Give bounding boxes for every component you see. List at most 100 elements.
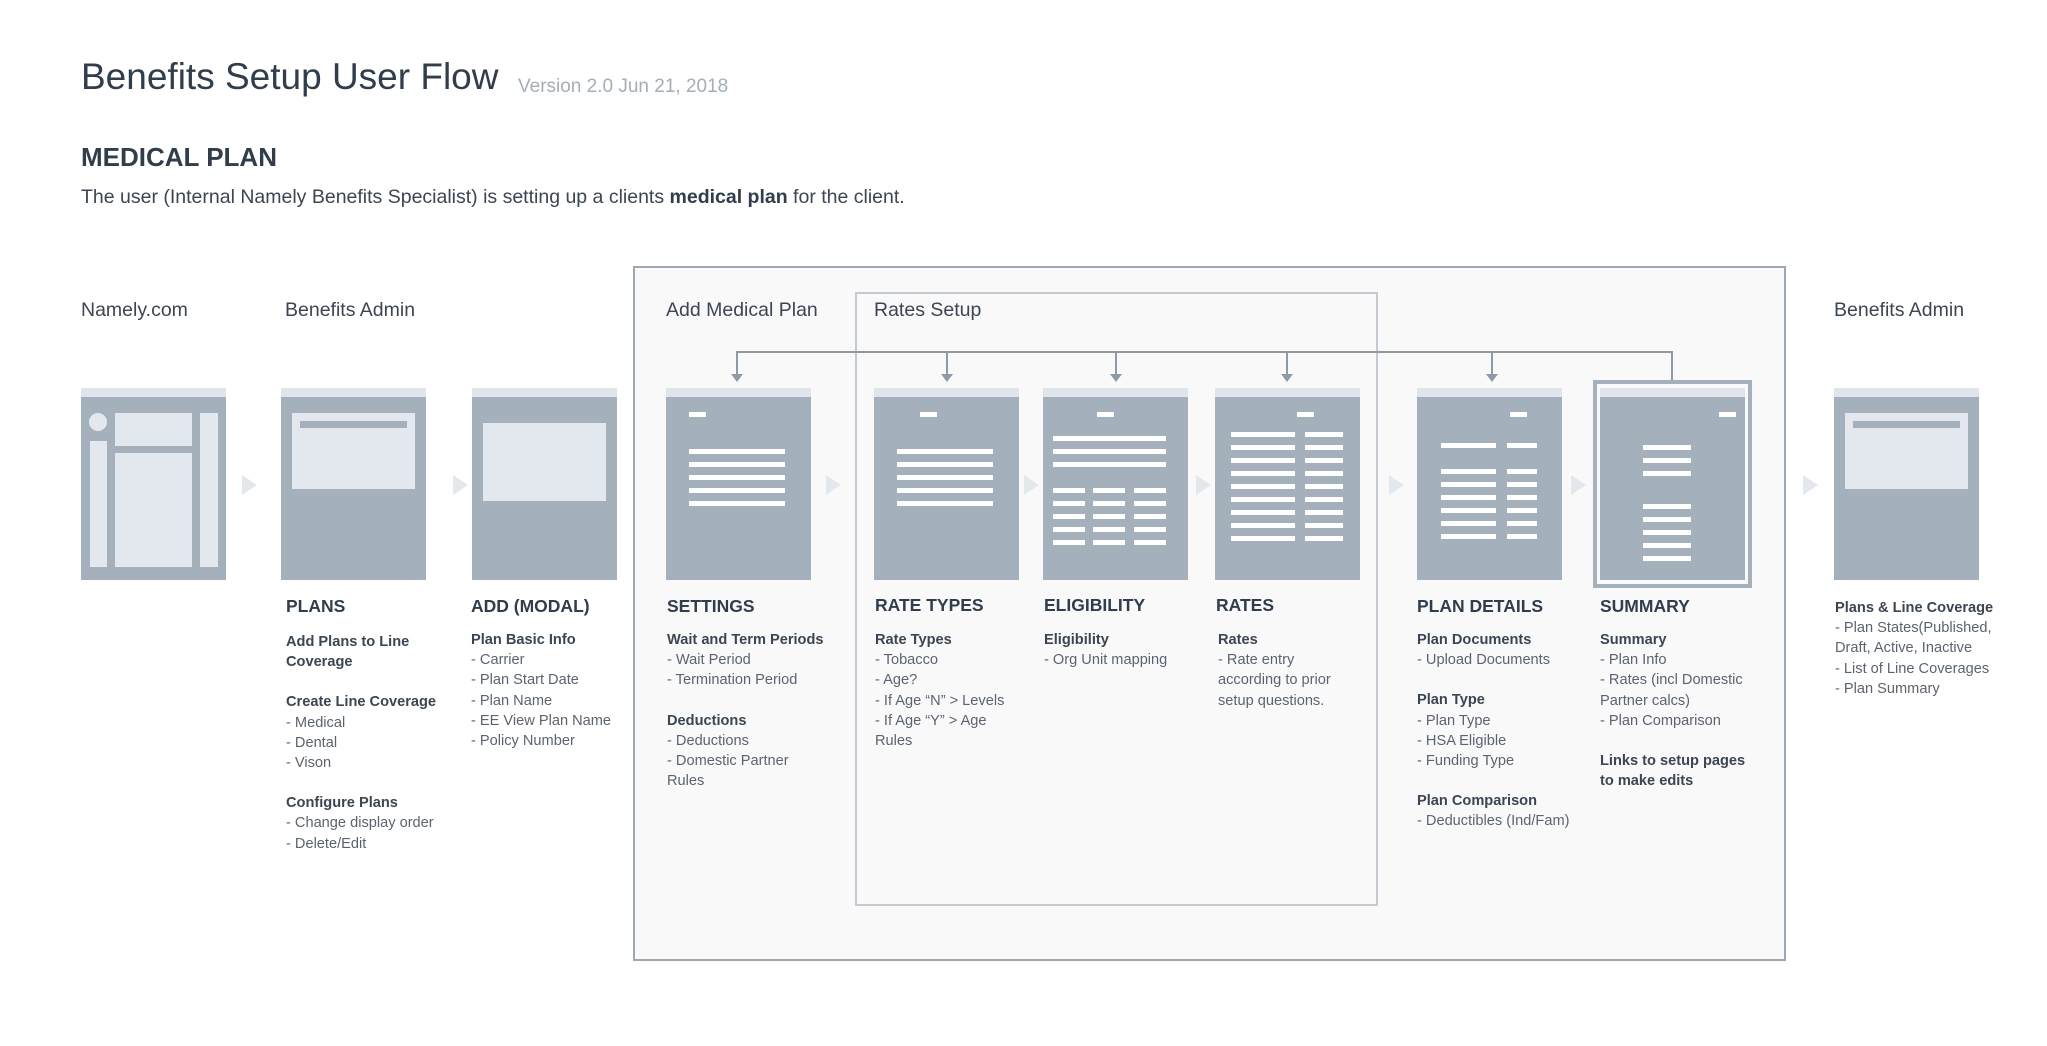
detail-item: - EE View Plan Name: [471, 712, 612, 729]
detail-item: - Wait Period: [667, 652, 751, 669]
connector-bus: [736, 351, 1673, 380]
detail-item: - Delete/Edit: [286, 835, 367, 852]
flow-arrow-8: [1803, 475, 1818, 495]
arrowhead-rates: [1281, 374, 1293, 382]
screen-label-add-modal: ADD (MODAL): [471, 596, 590, 616]
detail-item: - Tobacco: [875, 652, 939, 669]
arrowhead-plan-details: [1486, 374, 1498, 382]
detail-gap: [286, 773, 436, 793]
detail-heading: Add Plans to Line: [286, 634, 410, 650]
detail-heading: Plan Basic Info: [471, 632, 576, 648]
detail-item: - Plan Summary: [1835, 680, 1940, 697]
detail-rates: Rates - Rate entry according to prior set…: [1218, 630, 1331, 711]
flow-arrow-1: [242, 475, 257, 495]
detail-heading: Plan Documents: [1417, 632, 1532, 648]
screen-summary[interactable]: [1600, 388, 1745, 580]
screen-settings[interactable]: [666, 388, 811, 580]
detail-item: - Termination Period: [667, 672, 798, 689]
detail-item: - Plan Start Date: [471, 672, 579, 689]
screen-plan-details[interactable]: [1417, 388, 1562, 580]
detail-benefits-admin-end: Plans & Line Coverage - Plan States(Publi…: [1835, 598, 1993, 699]
detail-item: - Plan Type: [1417, 712, 1491, 729]
detail-item: Draft, Active, Inactive: [1835, 640, 1973, 657]
detail-item: - Policy Number: [471, 733, 575, 750]
detail-item: - Dental: [286, 734, 338, 751]
detail-gap: [667, 691, 824, 711]
arrowhead-rate-types: [941, 374, 953, 382]
detail-item: Partner calcs): [1600, 692, 1691, 709]
detail-item: - List of Line Coverages: [1835, 660, 1990, 677]
detail-item: - Plan Comparison: [1600, 712, 1721, 729]
flow-arrow-6: [1389, 475, 1404, 495]
detail-item: Rules: [667, 773, 705, 790]
screen-plans[interactable]: [281, 388, 426, 580]
screen-label-plans: PLANS: [286, 596, 346, 616]
arrowhead-settings: [731, 374, 743, 382]
detail-plans: Add Plans to Line Coverage Create Line Cov…: [286, 632, 436, 854]
detail-heading: Links to setup pages: [1600, 753, 1746, 770]
screen-label-summary: SUMMARY: [1600, 596, 1690, 616]
detail-item: - Deductions: [667, 732, 749, 749]
flow-arrow-2: [453, 475, 468, 495]
detail-item: - Deductibles (Ind/Fam): [1417, 813, 1570, 830]
detail-item: - Plan Info: [1600, 652, 1667, 669]
detail-item: - Vison: [286, 755, 332, 772]
flow-arrow-3: [826, 475, 841, 495]
screen-namely-dashboard[interactable]: [81, 388, 226, 580]
screen-rate-types[interactable]: [874, 388, 1019, 580]
detail-heading: Plans & Line Coverage: [1835, 600, 1994, 616]
detail-add-modal: Plan Basic Info - Carrier - Plan Start Dat…: [471, 630, 611, 751]
detail-item: - Medical: [286, 714, 346, 731]
detail-item: - Rates (incl Domestic: [1600, 672, 1743, 689]
detail-heading: Configure Plans: [286, 795, 398, 812]
detail-settings: Wait and Term Periods - Wait Period - Term…: [667, 630, 824, 791]
detail-item: - Domestic Partner: [667, 753, 789, 770]
detail-item: - If Age “Y” > Age: [875, 712, 987, 729]
screen-rates[interactable]: [1215, 388, 1360, 580]
screen-eligibility[interactable]: [1043, 388, 1188, 580]
detail-item: Rules: [875, 733, 913, 750]
detail-gap: [1417, 771, 1569, 791]
screen-label-settings: SETTINGS: [667, 596, 755, 616]
detail-heading: Rates: [1218, 632, 1258, 648]
detail-item: - Plan States(Published,: [1835, 620, 1992, 637]
detail-item: - If Age “N” > Levels: [875, 692, 1005, 709]
detail-plan-details: Plan Documents - Upload Documents Plan Typ…: [1417, 630, 1569, 832]
screen-label-plan-details: PLAN DETAILS: [1417, 596, 1544, 616]
detail-gap: [286, 672, 436, 692]
screen-add-modal[interactable]: [472, 388, 617, 580]
detail-heading: to make edits: [1600, 773, 1694, 790]
screen-label-rates: RATES: [1216, 595, 1275, 615]
detail-item: according to prior: [1218, 672, 1331, 689]
detail-item: - Org Unit mapping: [1044, 652, 1168, 669]
detail-heading: Create Line Coverage: [286, 694, 437, 711]
detail-gap: [1417, 670, 1569, 690]
arrowhead-eligibility: [1110, 374, 1122, 382]
detail-item: - Plan Name: [471, 692, 553, 709]
detail-eligibility: Eligibility - Org Unit mapping: [1044, 630, 1167, 670]
flow-arrow-4: [1024, 475, 1039, 495]
screen-benefits-admin-plans[interactable]: [1834, 388, 1979, 580]
detail-gap: [1600, 731, 1745, 751]
detail-heading: Rate Types: [875, 632, 952, 648]
screen-label-eligibility: ELIGIBILITY: [1044, 595, 1146, 615]
detail-item: - HSA Eligible: [1417, 732, 1507, 749]
screen-label-rate-types: RATE TYPES: [875, 595, 984, 615]
detail-heading: Deductions: [667, 712, 747, 729]
detail-heading: Plan Comparison: [1417, 793, 1538, 810]
detail-item: - Change display order: [286, 815, 434, 832]
flow-arrow-5: [1196, 475, 1211, 495]
detail-heading: Eligibility: [1044, 632, 1109, 648]
detail-item: - Carrier: [471, 652, 525, 669]
detail-heading: Summary: [1600, 632, 1667, 648]
detail-summary: Summary - Plan Info - Rates (incl Domestic…: [1600, 630, 1745, 791]
detail-heading: Plan Type: [1417, 692, 1485, 709]
detail-item: setup questions.: [1218, 692, 1325, 709]
detail-rate-types: Rate Types - Tobacco - Age? - If Age “N” > …: [875, 630, 1004, 751]
flow-arrow-7: [1571, 475, 1586, 495]
detail-item: - Upload Documents: [1417, 652, 1551, 669]
detail-heading: Coverage: [286, 654, 353, 671]
detail-item: - Rate entry: [1218, 652, 1295, 669]
detail-item: - Age?: [875, 672, 918, 689]
detail-item: - Funding Type: [1417, 753, 1515, 770]
